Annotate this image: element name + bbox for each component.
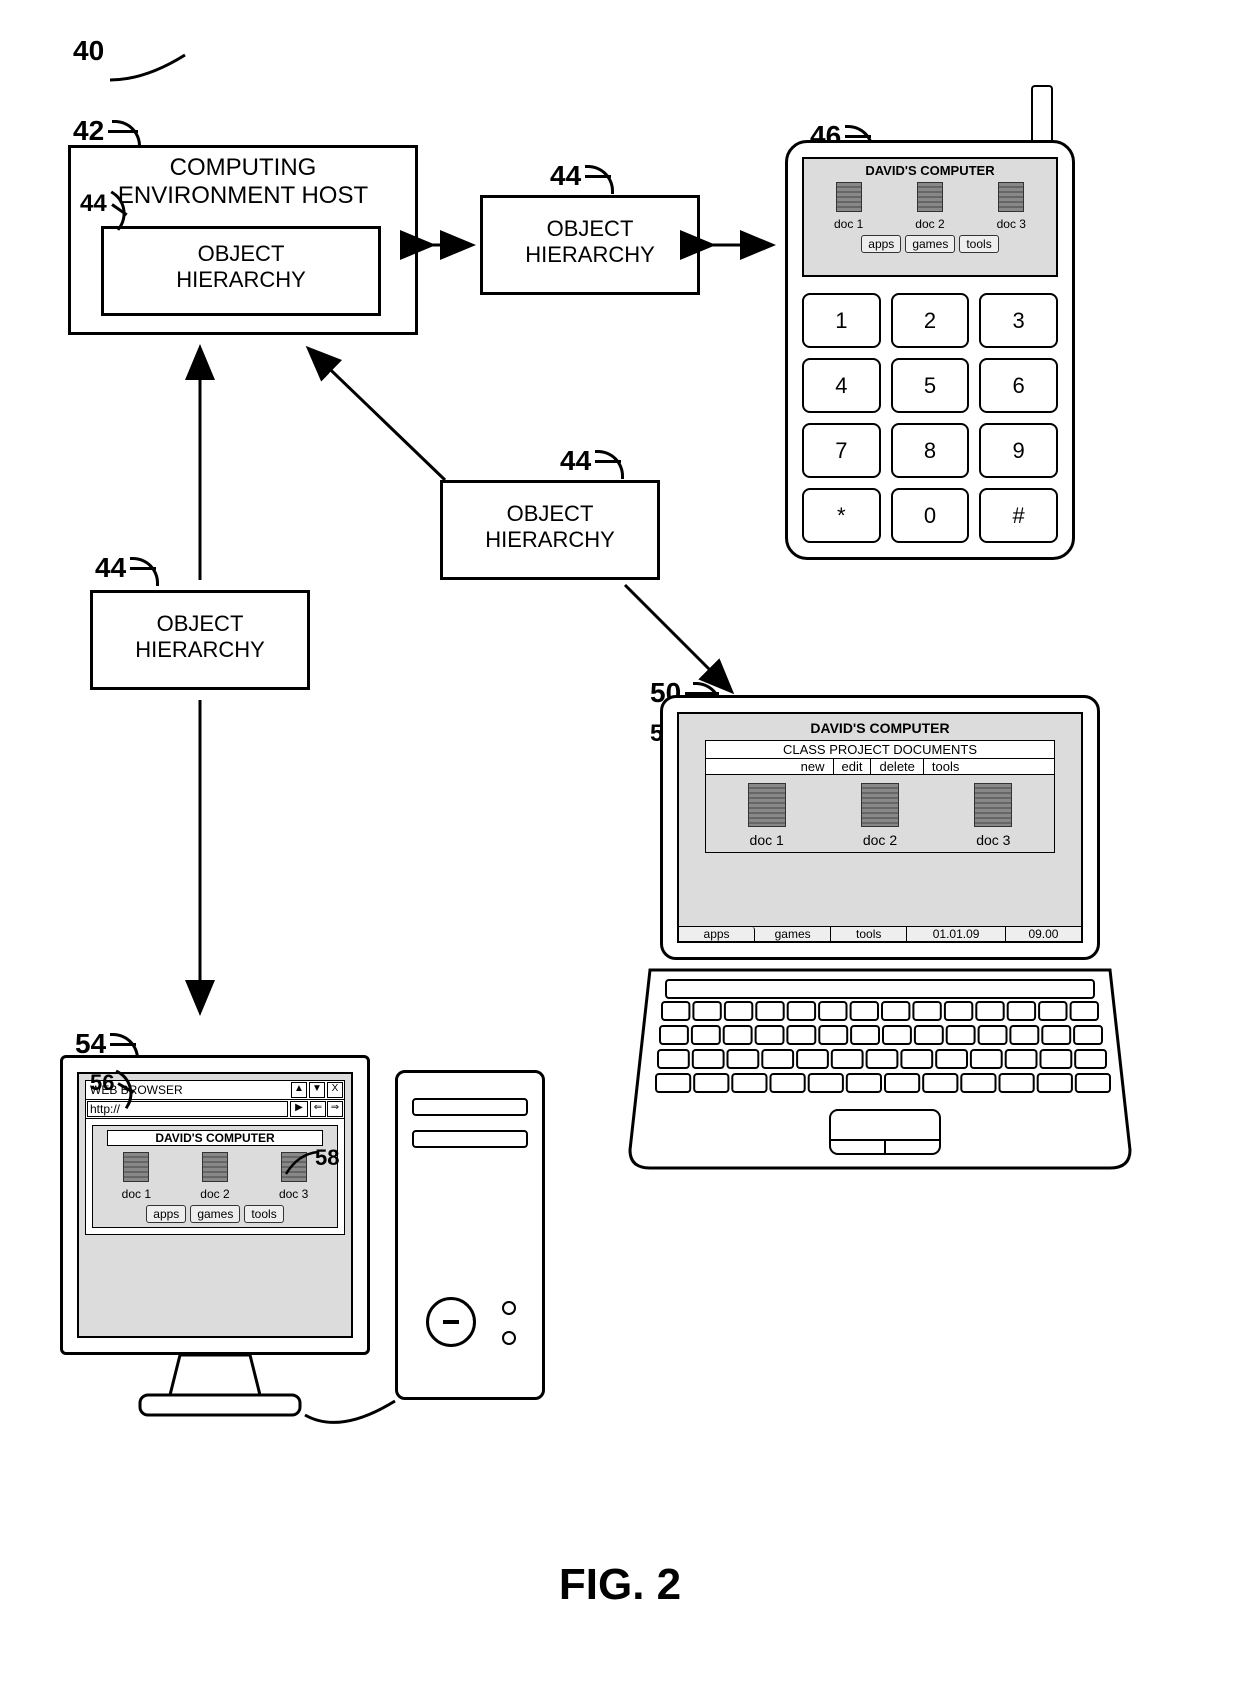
desktop-inner-title: DAVID'S COMPUTER bbox=[107, 1130, 323, 1146]
desktop-screen: WEB BROWSER ▲ ▼ X http:// ▶ ⇐ ⇒ DAVID'S … bbox=[77, 1072, 353, 1338]
phone-tab-tools[interactable]: tools bbox=[959, 235, 998, 253]
doc-icon bbox=[917, 182, 943, 212]
laptop-menu-new[interactable]: new bbox=[793, 759, 834, 774]
phone-key-8[interactable]: 8 bbox=[891, 423, 970, 478]
phone-key-star[interactable]: * bbox=[802, 488, 881, 543]
figure-title: FIG. 2 bbox=[0, 1560, 1240, 1610]
led-icon bbox=[502, 1301, 516, 1315]
phone-key-hash[interactable]: # bbox=[979, 488, 1058, 543]
doc-icon bbox=[974, 783, 1012, 827]
desktop-monitor: WEB BROWSER ▲ ▼ X http:// ▶ ⇐ ⇒ DAVID'S … bbox=[60, 1055, 370, 1425]
laptop-doc2: doc 2 bbox=[857, 832, 903, 848]
phone-key-3[interactable]: 3 bbox=[979, 293, 1058, 348]
browser-fwd-icon[interactable]: ⇒ bbox=[327, 1101, 343, 1117]
desktop-tower bbox=[395, 1070, 545, 1400]
browser-max-icon[interactable]: ▼ bbox=[309, 1082, 325, 1098]
laptop-screen: DAVID'S COMPUTER CLASS PROJECT DOCUMENTS… bbox=[677, 712, 1083, 943]
desktop-doc3: doc 3 bbox=[277, 1187, 311, 1201]
browser-go-icon[interactable]: ▶ bbox=[290, 1101, 308, 1117]
desktop-doc1: doc 1 bbox=[119, 1187, 153, 1201]
phone-doc1: doc 1 bbox=[832, 217, 866, 231]
phone-key-4[interactable]: 4 bbox=[802, 358, 881, 413]
doc-icon bbox=[861, 783, 899, 827]
laptop-taskbar-time: 09.00 bbox=[1006, 927, 1081, 941]
doc-icon bbox=[123, 1152, 149, 1182]
laptop-taskbar-tools[interactable]: tools bbox=[831, 927, 907, 941]
browser-back-icon[interactable]: ⇐ bbox=[310, 1101, 326, 1117]
laptop-menu-edit[interactable]: edit bbox=[834, 759, 872, 774]
phone-screen: DAVID'S COMPUTER doc 1 doc 2 doc 3 apps … bbox=[802, 157, 1058, 277]
phone-key-9[interactable]: 9 bbox=[979, 423, 1058, 478]
laptop-menu-delete[interactable]: delete bbox=[871, 759, 923, 774]
desktop-tab-games[interactable]: games bbox=[190, 1205, 240, 1223]
laptop-panel-title: CLASS PROJECT DOCUMENTS bbox=[706, 741, 1054, 759]
desktop-doc2: doc 2 bbox=[198, 1187, 232, 1201]
phone-key-2[interactable]: 2 bbox=[891, 293, 970, 348]
doc-icon bbox=[748, 783, 786, 827]
laptop-taskbar-games[interactable]: games bbox=[755, 927, 831, 941]
phone-tab-games[interactable]: games bbox=[905, 235, 955, 253]
browser-close-icon[interactable]: X bbox=[327, 1082, 343, 1098]
doc-icon bbox=[202, 1152, 228, 1182]
laptop-doc3: doc 3 bbox=[970, 832, 1016, 848]
phone-screen-title: DAVID'S COMPUTER bbox=[808, 163, 1052, 178]
phone-doc3: doc 3 bbox=[994, 217, 1028, 231]
laptop-device: DAVID'S COMPUTER CLASS PROJECT DOCUMENTS… bbox=[630, 695, 1130, 1170]
phone-key-1[interactable]: 1 bbox=[802, 293, 881, 348]
doc-icon bbox=[998, 182, 1024, 212]
phone-key-6[interactable]: 6 bbox=[979, 358, 1058, 413]
laptop-taskbar-date: 01.01.09 bbox=[907, 927, 1006, 941]
led-icon bbox=[502, 1331, 516, 1345]
phone-key-7[interactable]: 7 bbox=[802, 423, 881, 478]
desktop-tab-tools[interactable]: tools bbox=[244, 1205, 283, 1223]
phone-key-0[interactable]: 0 bbox=[891, 488, 970, 543]
laptop-taskbar-apps[interactable]: apps bbox=[679, 927, 755, 941]
browser-min-icon[interactable]: ▲ bbox=[291, 1082, 307, 1098]
laptop-title: DAVID'S COMPUTER bbox=[685, 720, 1075, 736]
phone-tab-apps[interactable]: apps bbox=[861, 235, 901, 253]
doc-icon bbox=[836, 182, 862, 212]
power-button-icon[interactable] bbox=[426, 1297, 476, 1347]
phone-key-5[interactable]: 5 bbox=[891, 358, 970, 413]
laptop-menu-tools[interactable]: tools bbox=[924, 759, 967, 774]
desktop-tab-apps[interactable]: apps bbox=[146, 1205, 186, 1223]
laptop-doc1: doc 1 bbox=[744, 832, 790, 848]
phone-doc2: doc 2 bbox=[913, 217, 947, 231]
